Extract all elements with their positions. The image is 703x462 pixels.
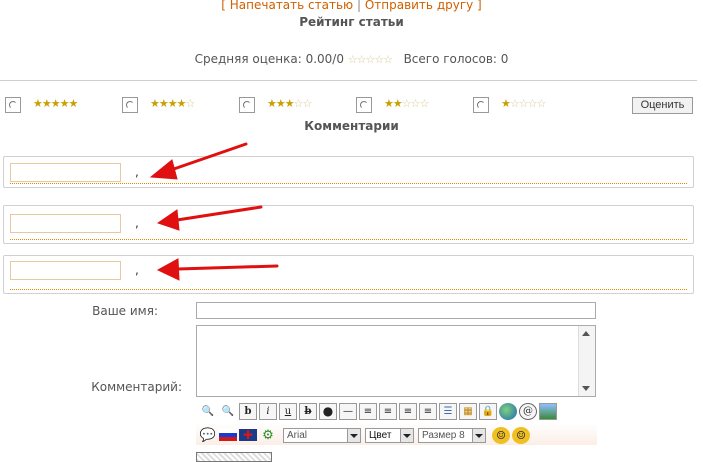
zoom-out-icon[interactable]: 🔍 [219,403,237,420]
size-select[interactable]: Размер 8 [418,427,486,443]
font-select[interactable]: Arial [283,427,361,443]
align-left-icon[interactable]: ≡ [359,402,377,420]
chevron-down-icon[interactable] [472,428,485,442]
red-arrow-icon [156,205,263,231]
red-arrow-icon [149,142,248,180]
bullet-icon[interactable]: ● [319,402,337,420]
chevron-down-icon[interactable] [347,428,360,442]
globe-icon[interactable] [499,402,517,420]
name-label: Ваше имя: [92,304,158,318]
bold-icon[interactable]: b [239,402,257,420]
email-icon[interactable]: @ [519,402,537,420]
scroll-down-icon[interactable] [582,386,590,391]
smiley-cool-icon[interactable]: ☺ [492,426,510,444]
quote-icon[interactable]: 💬 [199,427,217,444]
list-icon[interactable]: ☰ [439,402,457,420]
lock-icon[interactable]: 🔒 [479,402,497,420]
color-select-value: Цвет [369,429,392,441]
image-icon[interactable] [539,402,557,420]
horizontal-rule-icon[interactable]: — [339,402,357,420]
russian-flag-icon[interactable] [219,429,237,441]
chevron-down-icon[interactable] [400,428,413,442]
color-select[interactable]: Цвет [365,427,414,443]
comment-label: Комментарий: [91,380,182,394]
table-icon[interactable]: ▦ [459,402,477,420]
underline-icon[interactable]: u [279,402,297,420]
name-input[interactable] [196,302,596,319]
italic-icon[interactable]: i [259,402,277,420]
zoom-in-icon[interactable]: 🔍 [199,403,217,420]
align-center-icon[interactable]: ≡ [379,402,397,420]
font-select-value: Arial [287,429,308,441]
add-icon[interactable]: ⚙ [259,427,277,444]
comment-textarea[interactable] [196,325,596,397]
font-toolbar: 💬 ✚ ⚙ Arial Цвет Размер 8 ☺ ☺ [199,425,530,445]
align-justify-icon[interactable]: ≡ [419,402,437,420]
red-arrow-icon [156,258,279,281]
captcha-image [196,452,272,462]
formatting-toolbar: 🔍 🔍 b i u b ● — ≡ ≡ ≡ ≡ ☰ ▦ 🔒 @ [199,401,557,421]
size-select-value: Размер 8 [422,429,465,441]
textarea-scrollbar[interactable] [578,326,595,396]
smiley-icon[interactable]: ☺ [512,426,530,444]
english-flag-icon[interactable]: ✚ [239,428,257,442]
scroll-up-icon[interactable] [582,331,590,336]
align-right-icon[interactable]: ≡ [399,402,417,420]
strikethrough-icon[interactable]: b [299,402,317,420]
